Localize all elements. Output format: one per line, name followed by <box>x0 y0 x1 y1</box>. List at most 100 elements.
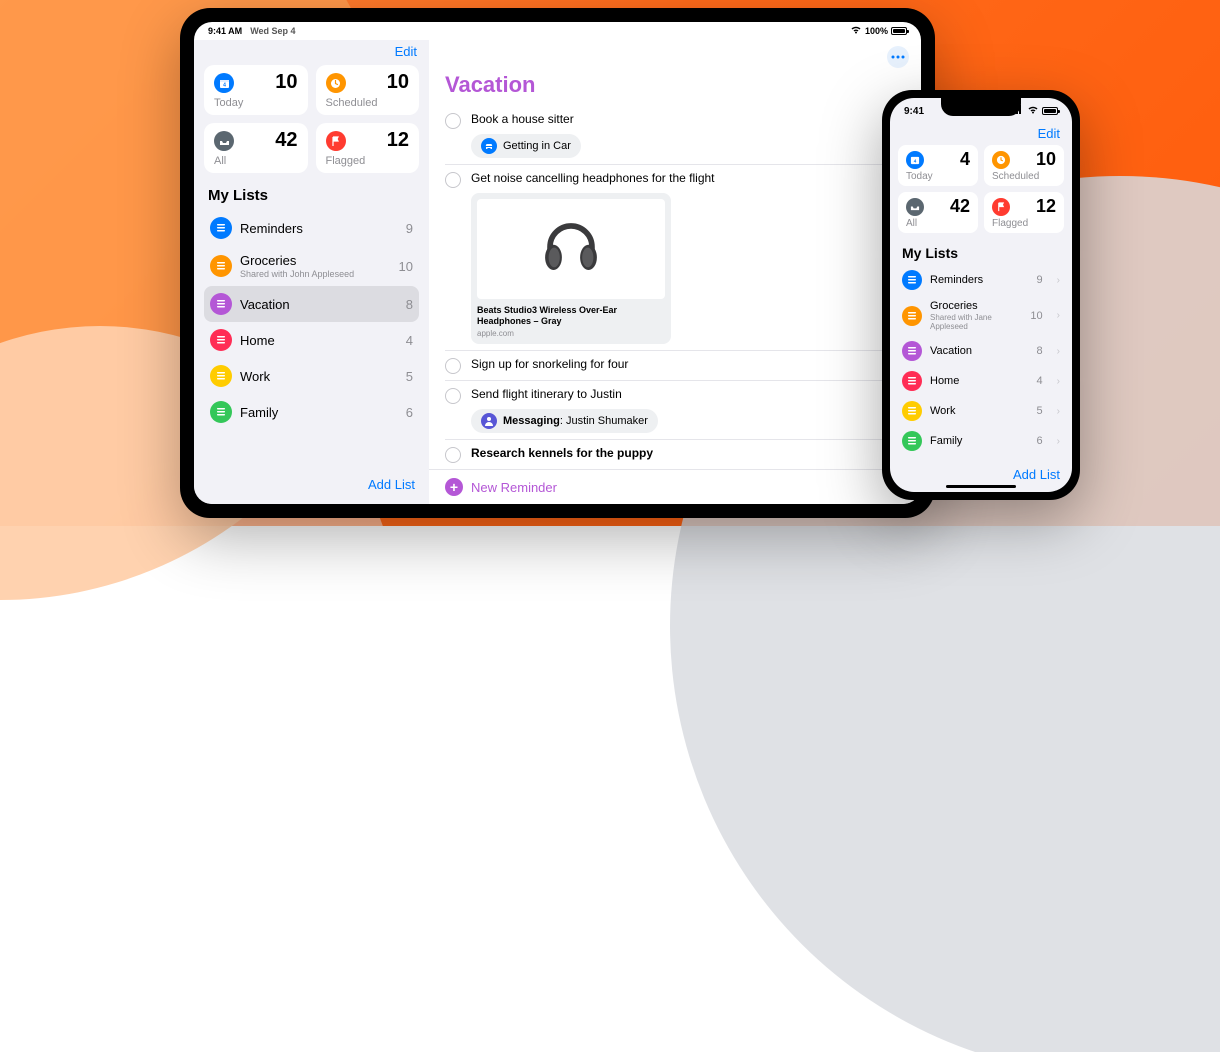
list-text: Family <box>930 435 962 447</box>
list-row-home[interactable]: Home 4 <box>204 322 419 358</box>
contact-tag[interactable]: Messaging: Justin Shumaker <box>471 409 658 433</box>
lists: Reminders 9 GroceriesShared with John Ap… <box>194 210 429 430</box>
reminder-title[interactable]: Research kennels for the puppy <box>471 446 653 460</box>
list-icon <box>210 293 232 315</box>
list-row-vacation[interactable]: Vacation 8› <box>898 336 1064 366</box>
more-button[interactable] <box>887 46 909 68</box>
list-row-reminders[interactable]: Reminders 9› <box>898 265 1064 295</box>
list-row-groceries[interactable]: GroceriesShared with Jane Appleseed 10› <box>898 295 1064 336</box>
flag-icon <box>992 198 1010 216</box>
preview-title: Beats Studio3 Wireless Over-Ear Headphon… <box>477 305 665 327</box>
link-preview[interactable]: Beats Studio3 Wireless Over-Ear Headphon… <box>471 193 671 344</box>
reminder-item: Sign up for snorkeling for four <box>445 350 921 380</box>
list-row-work[interactable]: Work 5 <box>204 358 419 394</box>
chevron-right-icon: › <box>1057 406 1060 417</box>
edit-button[interactable]: Edit <box>395 44 417 59</box>
chevron-right-icon: › <box>1057 310 1060 321</box>
reminder-item: Book a house sitter Getting in Car <box>445 106 921 164</box>
reminders-list: Book a house sitter Getting in Car Get n… <box>429 106 921 469</box>
flag-icon <box>326 131 346 151</box>
smart-count: 10 <box>387 71 409 94</box>
list-name: Vacation <box>240 297 290 312</box>
sidebar: Edit 4 10 Today 10 <box>194 40 429 504</box>
list-name: Reminders <box>930 274 983 286</box>
plus-icon: + <box>445 478 463 496</box>
list-count: 9 <box>406 221 413 236</box>
list-row-home[interactable]: Home 4 › <box>898 366 1064 396</box>
list-count: 8 <box>1037 345 1043 357</box>
iphone-screen: 9:41 Edit 4 4 T <box>890 98 1072 492</box>
smart-label: All <box>906 218 970 229</box>
smart-label: Today <box>214 97 298 109</box>
smart-card-scheduled[interactable]: 10 Scheduled <box>316 65 420 115</box>
ipad-screen: 9:41 AM Wed Sep 4 100% Edit 4 <box>194 22 921 504</box>
list-row-work[interactable]: Work 5› <box>898 396 1064 426</box>
chevron-right-icon: › <box>1057 376 1060 387</box>
add-list-button[interactable]: Add List <box>1013 467 1060 482</box>
home-indicator[interactable] <box>946 485 1016 488</box>
reminder-title[interactable]: Book a house sitter <box>471 112 574 126</box>
list-text: GroceriesShared with Jane Appleseed <box>930 300 1022 331</box>
list-text: Vacation <box>930 345 972 357</box>
reminder-item: Research kennels for the puppy Ask Liz w… <box>445 439 921 469</box>
list-icon <box>210 255 232 277</box>
smart-card-flagged[interactable]: 12 Flagged <box>984 192 1064 233</box>
reminder-item: Get noise cancelling headphones for the … <box>445 164 921 350</box>
smart-count: 10 <box>275 71 297 94</box>
smart-card-all[interactable]: 42 All <box>204 123 308 173</box>
smart-label: Flagged <box>992 218 1056 229</box>
location-tag[interactable]: Getting in Car <box>471 134 581 158</box>
add-list-button[interactable]: Add List <box>368 477 415 492</box>
list-name: Groceries <box>930 300 1022 312</box>
checkbox[interactable] <box>445 358 461 374</box>
status-time: 9:41 AM <box>208 26 242 36</box>
new-reminder-button[interactable]: + New Reminder <box>429 469 921 504</box>
list-count: 5 <box>406 369 413 384</box>
calendar-today-icon: 4 <box>906 151 924 169</box>
my-lists-heading: My Lists <box>890 233 1072 265</box>
reminder-title[interactable]: Send flight itinerary to Justin <box>471 387 622 401</box>
list-row-family[interactable]: Family 6 › <box>898 426 1064 456</box>
list-count: 4 <box>406 333 413 348</box>
smart-card-all[interactable]: 42 All <box>898 192 978 233</box>
list-count: 10 <box>399 259 413 274</box>
checkbox[interactable] <box>445 113 461 129</box>
smart-count: 10 <box>1036 149 1056 170</box>
svg-text:4: 4 <box>223 82 226 88</box>
checkbox[interactable] <box>445 388 461 404</box>
reminder-title[interactable]: Sign up for snorkeling for four <box>471 357 628 371</box>
list-row-groceries[interactable]: GroceriesShared with John Appleseed 10 <box>204 246 419 286</box>
smart-card-flagged[interactable]: 12 Flagged <box>316 123 420 173</box>
iphone-device: 9:41 Edit 4 4 T <box>882 90 1080 500</box>
list-name: Vacation <box>930 345 972 357</box>
list-text: Work <box>240 369 270 384</box>
chevron-right-icon: › <box>1057 436 1060 447</box>
list-icon <box>210 217 232 239</box>
checkbox[interactable] <box>445 172 461 188</box>
smart-card-today[interactable]: 4 10 Today <box>204 65 308 115</box>
list-name: Family <box>240 405 278 420</box>
reminder-title[interactable]: Get noise cancelling headphones for the … <box>471 171 715 185</box>
list-count: 6 <box>1037 435 1043 447</box>
list-name: Home <box>930 375 959 387</box>
edit-button[interactable]: Edit <box>1038 126 1060 141</box>
smart-card-today[interactable]: 4 4 Today <box>898 145 978 186</box>
car-icon <box>481 138 497 154</box>
list-count: 4 <box>1037 375 1043 387</box>
list-row-reminders[interactable]: Reminders 9 <box>204 210 419 246</box>
smart-card-scheduled[interactable]: 10 Scheduled <box>984 145 1064 186</box>
checkbox[interactable] <box>445 447 461 463</box>
smart-count: 4 <box>960 149 970 170</box>
list-name: Work <box>240 369 270 384</box>
list-text: Reminders <box>930 274 983 286</box>
ipad-device: 9:41 AM Wed Sep 4 100% Edit 4 <box>180 8 935 518</box>
ipad-status-bar: 9:41 AM Wed Sep 4 100% <box>194 22 921 40</box>
wifi-icon <box>1027 105 1039 117</box>
list-row-vacation[interactable]: Vacation 8 <box>204 286 419 322</box>
smart-count: 42 <box>275 129 297 152</box>
list-row-family[interactable]: Family 6 <box>204 394 419 430</box>
clock-icon <box>326 73 346 93</box>
smart-label: All <box>214 155 298 167</box>
reminder-item: Send flight itinerary to Justin Messagin… <box>445 380 921 439</box>
preview-image <box>477 199 665 299</box>
